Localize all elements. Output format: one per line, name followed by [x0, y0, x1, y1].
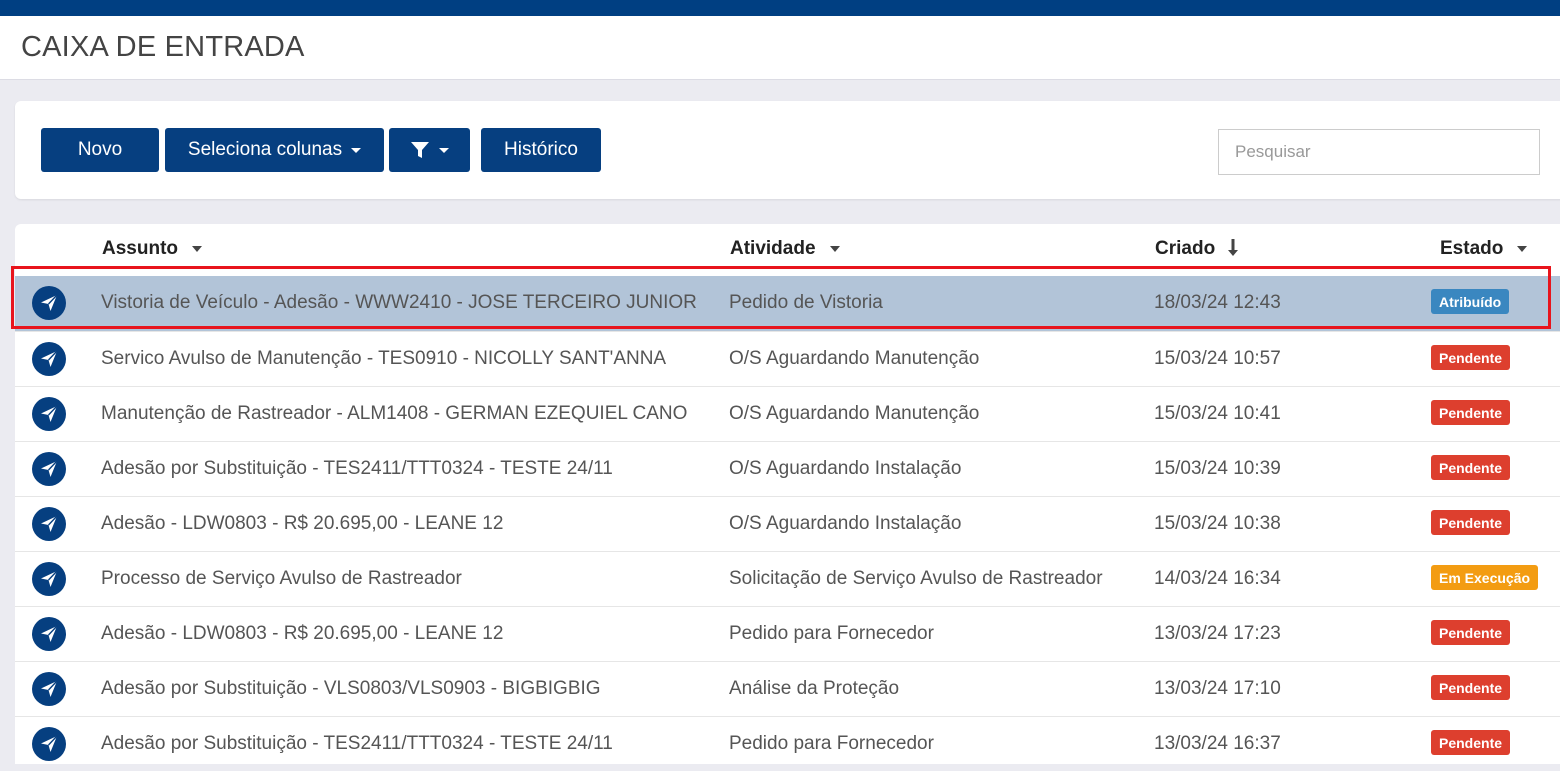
- cell-criado: 15/03/24 10:39: [1154, 458, 1281, 479]
- filter-icon: [411, 141, 429, 158]
- caret-down-icon: [1517, 246, 1528, 252]
- status-badge: Atribuído: [1431, 289, 1510, 314]
- search-input[interactable]: [1218, 129, 1540, 175]
- column-header-assunto[interactable]: Assunto: [102, 238, 202, 260]
- history-button-label: Histórico: [504, 139, 578, 160]
- cell-assunto: Adesão por Substituição - VLS0803/VLS090…: [101, 678, 601, 699]
- select-columns-dropdown[interactable]: Seleciona colunas: [165, 128, 384, 172]
- column-header-label: Atividade: [730, 238, 816, 259]
- page-title: CAIXA DE ENTRADA: [21, 31, 305, 63]
- cell-assunto: Vistoria de Veículo - Adesão - WWW2410 -…: [101, 292, 697, 313]
- cell-atividade: O/S Aguardando Manutenção: [729, 348, 980, 369]
- send-icon: [32, 672, 66, 706]
- toolbar: Novo Seleciona colunas Histórico: [15, 101, 1560, 199]
- cell-assunto: Servico Avulso de Manutenção - TES0910 -…: [101, 348, 667, 369]
- caret-down-icon: [439, 147, 449, 153]
- cell-atividade: O/S Aguardando Instalação: [729, 458, 962, 479]
- cell-assunto: Adesão - LDW0803 - R$ 20.695,00 - LEANE …: [101, 513, 504, 534]
- sort-arrow-down-icon: [1227, 239, 1239, 259]
- send-icon: [32, 507, 66, 541]
- send-icon: [32, 286, 66, 320]
- table-row[interactable]: Adesão por Substituição - TES2411/TTT032…: [15, 716, 1560, 771]
- title-bar: CAIXA DE ENTRADA: [0, 16, 1560, 80]
- status-badge: Pendente: [1431, 510, 1511, 535]
- table-row[interactable]: Servico Avulso de Manutenção - TES0910 -…: [15, 331, 1560, 386]
- send-icon: [32, 342, 66, 376]
- cell-criado: 18/03/24 12:43: [1154, 292, 1281, 313]
- column-header-atividade[interactable]: Atividade: [730, 238, 840, 260]
- status-badge: Pendente: [1431, 455, 1511, 480]
- top-bar: [0, 0, 1560, 16]
- column-header-estado[interactable]: Estado: [1440, 238, 1528, 260]
- column-header-label: Assunto: [102, 238, 178, 259]
- cell-criado: 15/03/24 10:38: [1154, 513, 1281, 534]
- column-header-criado[interactable]: Criado: [1155, 238, 1239, 260]
- caret-down-icon: [351, 147, 362, 153]
- cell-atividade: Pedido de Vistoria: [729, 292, 883, 313]
- select-columns-label: Seleciona colunas: [187, 139, 343, 160]
- table-row[interactable]: Adesão por Substituição - VLS0803/VLS090…: [15, 661, 1560, 716]
- status-badge: Em Execução: [1431, 565, 1539, 590]
- status-badge: Pendente: [1431, 620, 1511, 645]
- cell-criado: 15/03/24 10:41: [1154, 403, 1281, 424]
- status-badge: Pendente: [1431, 345, 1511, 370]
- cell-criado: 14/03/24 16:34: [1154, 568, 1281, 589]
- new-button[interactable]: Novo: [41, 128, 159, 172]
- cell-atividade: Análise da Proteção: [729, 678, 900, 699]
- cell-atividade: O/S Aguardando Instalação: [729, 513, 962, 534]
- send-icon: [32, 452, 66, 486]
- cell-assunto: Processo de Serviço Avulso de Rastreador: [101, 568, 462, 589]
- cell-assunto: Adesão por Substituição - TES2411/TTT032…: [101, 458, 613, 479]
- table-row[interactable]: Adesão - LDW0803 - R$ 20.695,00 - LEANE …: [15, 496, 1560, 551]
- cell-atividade: Pedido para Fornecedor: [729, 733, 934, 754]
- cell-atividade: O/S Aguardando Manutenção: [729, 403, 980, 424]
- table-row[interactable]: Adesão - LDW0803 - R$ 20.695,00 - LEANE …: [15, 606, 1560, 661]
- send-icon: [32, 562, 66, 596]
- filter-dropdown[interactable]: [389, 128, 470, 172]
- cell-criado: 15/03/24 10:57: [1154, 348, 1281, 369]
- inbox-table: Assunto Atividade Criado Estado Vistoria…: [15, 224, 1560, 764]
- cell-atividade: Pedido para Fornecedor: [729, 623, 934, 644]
- status-badge: Pendente: [1431, 400, 1511, 425]
- cell-atividade: Solicitação de Serviço Avulso de Rastrea…: [729, 568, 1103, 589]
- status-badge: Pendente: [1431, 730, 1511, 755]
- new-button-label: Novo: [77, 139, 123, 160]
- cell-criado: 13/03/24 17:23: [1154, 623, 1281, 644]
- send-icon: [32, 727, 66, 761]
- column-header-label: Criado: [1155, 238, 1216, 259]
- history-button[interactable]: Histórico: [481, 128, 601, 172]
- caret-down-icon: [192, 246, 202, 252]
- caret-down-icon: [829, 246, 840, 252]
- table-row[interactable]: Manutenção de Rastreador - ALM1408 - GER…: [15, 386, 1560, 441]
- status-badge: Pendente: [1431, 675, 1511, 700]
- table-row[interactable]: Adesão por Substituição - TES2411/TTT032…: [15, 441, 1560, 496]
- send-icon: [32, 397, 66, 431]
- cell-assunto: Adesão por Substituição - TES2411/TTT032…: [101, 733, 613, 754]
- column-header-label: Estado: [1440, 238, 1504, 259]
- cell-criado: 13/03/24 17:10: [1154, 678, 1281, 699]
- send-icon: [32, 617, 66, 651]
- cell-assunto: Adesão - LDW0803 - R$ 20.695,00 - LEANE …: [101, 623, 504, 644]
- table-row[interactable]: Vistoria de Veículo - Adesão - WWW2410 -…: [15, 276, 1560, 331]
- table-row[interactable]: Processo de Serviço Avulso de Rastreador…: [15, 551, 1560, 606]
- cell-criado: 13/03/24 16:37: [1154, 733, 1281, 754]
- cell-assunto: Manutenção de Rastreador - ALM1408 - GER…: [101, 403, 688, 424]
